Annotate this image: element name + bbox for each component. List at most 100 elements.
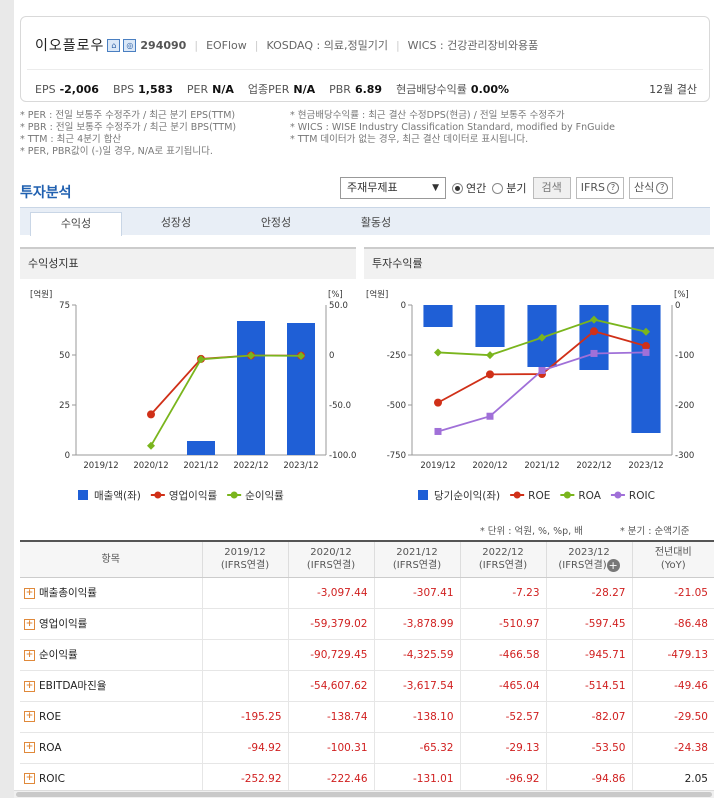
footnote: * WICS : WISE Industry Classification St…: [290, 122, 616, 133]
radio-quarter-label: 분기: [506, 182, 527, 195]
y-left-unit: [억원]: [366, 289, 388, 300]
fiscal-month: 12월 결산: [649, 83, 697, 96]
bar: [579, 305, 609, 370]
legend-label: ROE: [528, 490, 550, 502]
table-cell: -7.23: [459, 577, 546, 609]
market-info: KOSDAQ : 의료,정밀기기: [266, 39, 388, 52]
table-cell: -49.46: [631, 670, 714, 702]
column-header: 2019/12 (IFRS연결): [201, 540, 288, 578]
x-tick-label: 2022/12: [233, 461, 268, 471]
metric-label-pbr: PBR: [329, 82, 351, 96]
table-cell: -29.13: [459, 732, 546, 764]
column-header: 2023/12 (IFRS연결) +: [545, 540, 632, 578]
question-icon: ?: [656, 182, 669, 194]
ifrs-help-button[interactable]: IFRS?: [575, 177, 624, 199]
table-cell: -465.04: [459, 670, 546, 702]
horizontal-scrollbar[interactable]: [14, 790, 714, 798]
add-column-icon[interactable]: +: [606, 559, 620, 573]
expand-icon[interactable]: +: [24, 680, 35, 692]
row-label-text: ROIC: [39, 772, 65, 785]
y-right-tick-label: -100: [675, 351, 694, 361]
table-cell: -466.58: [459, 639, 546, 671]
tab-profitability[interactable]: 수익성: [30, 212, 122, 236]
expand-icon[interactable]: +: [24, 618, 35, 630]
x-tick-label: 2020/12: [472, 461, 507, 471]
table-cell: -510.97: [459, 608, 546, 640]
footnote: * PER, PBR값이 (-)일 경우, N/A로 표기됩니다.: [20, 146, 213, 157]
metric-value-eps: -2,006: [59, 82, 99, 96]
metric-value-dividend-yield: 0.00%: [470, 82, 510, 96]
english-name: EOFlow: [206, 38, 247, 52]
legend-label: 영업이익률: [169, 489, 218, 502]
expand-icon[interactable]: +: [24, 711, 35, 722]
table-cell: -24.38: [631, 732, 714, 764]
table-cell: [201, 670, 288, 702]
y-right-tick-label: -200: [675, 401, 694, 411]
y-right-unit: [%]: [328, 290, 343, 300]
row-label: + 매출총이익률: [20, 577, 202, 609]
y-left-unit: [억원]: [30, 289, 52, 300]
point: [147, 410, 155, 419]
column-header: 2022/12 (IFRS연결): [459, 540, 546, 578]
radio-annual[interactable]: 연간: [452, 180, 486, 196]
metric-label-industry-per: 업종PER: [247, 83, 290, 96]
divider: [27, 69, 703, 70]
expand-icon[interactable]: +: [24, 649, 35, 661]
formula-label: 산식: [633, 181, 655, 194]
tab-stability[interactable]: 안정성: [230, 212, 322, 236]
x-tick-label: 2021/12: [524, 461, 559, 471]
point: [486, 412, 494, 420]
divider: |: [194, 38, 199, 52]
metric-label-per: PER: [186, 82, 209, 96]
legend-marker: [230, 491, 238, 499]
stock-code: 294090: [140, 38, 187, 52]
building-icon[interactable]: ⌂: [107, 38, 121, 52]
page: 이오플로우 ⌂ ◎ 294090 | EOFlow | KOSDAQ : 의료,…: [14, 0, 714, 798]
table-cell: -597.45: [545, 608, 632, 640]
question-icon: ?: [606, 182, 619, 194]
footnote: * PER : 전일 보통주 수정주가 / 최근 분기 EPS(TTM): [20, 110, 236, 121]
table-cell: [201, 577, 288, 609]
point: [434, 348, 442, 357]
chart-icon[interactable]: ◎: [123, 38, 137, 52]
statement-select[interactable]: 주재무제표 ▼: [340, 177, 446, 199]
table-cell: -100.31: [287, 732, 374, 764]
table-row: + 영업이익률 -59,379.02 -3,878.99 -510.97 -597.45-…: [20, 608, 714, 640]
row-label: + ROA: [20, 732, 202, 764]
ratio-table: 항목 2019/12 (IFRS연결) 2020/12 (IFRS연결) 2021/12(…: [20, 540, 714, 795]
expand-icon[interactable]: +: [24, 742, 35, 753]
table-header-row: 항목 2019/12 (IFRS연결) 2020/12 (IFRS연결) 2021/12(…: [20, 540, 714, 578]
y-left-tick-label: 0: [401, 301, 406, 311]
expand-icon[interactable]: +: [24, 587, 35, 599]
table-cell: -90,729.45: [287, 639, 374, 671]
table-cell: -479.13: [631, 639, 714, 671]
chart-title: 수익성지표: [20, 247, 356, 279]
legend-marker: [563, 491, 571, 499]
footnote: * PBR : 전일 보통주 수정주가 / 최근 분기 BPS(TTM): [20, 122, 237, 133]
legend-label: 당기순이익(좌): [434, 490, 500, 502]
table-cell: -138.74: [287, 701, 374, 733]
y-right-unit: [%]: [674, 290, 689, 300]
expand-icon[interactable]: +: [24, 773, 35, 784]
bar: [423, 305, 453, 327]
legend-label: 순이익률: [245, 490, 284, 502]
table-cell: -945.71: [545, 639, 632, 671]
x-tick-label: 2020/12: [133, 461, 168, 471]
table-cell: -59,379.02: [287, 608, 374, 640]
x-tick-label: 2019/12: [420, 461, 455, 471]
point: [642, 348, 650, 356]
table-cell: -307.41: [373, 577, 460, 609]
point: [147, 441, 155, 450]
tab-growth[interactable]: 성장성: [130, 212, 222, 236]
formula-help-button[interactable]: 산식?: [628, 177, 674, 199]
row-label-text: 영업이익률: [39, 618, 88, 630]
y-left-tick-label: 0: [65, 451, 70, 461]
scrollbar-thumb[interactable]: [16, 792, 712, 797]
tab-activity[interactable]: 활동성: [330, 212, 422, 236]
chevron-down-icon: ▼: [432, 183, 439, 193]
radio-quarter[interactable]: 분기: [492, 180, 527, 196]
y-right-tick-label: -100.0: [329, 451, 356, 461]
search-button[interactable]: 검색: [532, 177, 571, 199]
metrics-row: EPS -2,006 BPS 1,583 PER N/A 업종PER N/A PBR 6.…: [35, 81, 697, 97]
y-left-tick-label: 75: [59, 301, 70, 311]
